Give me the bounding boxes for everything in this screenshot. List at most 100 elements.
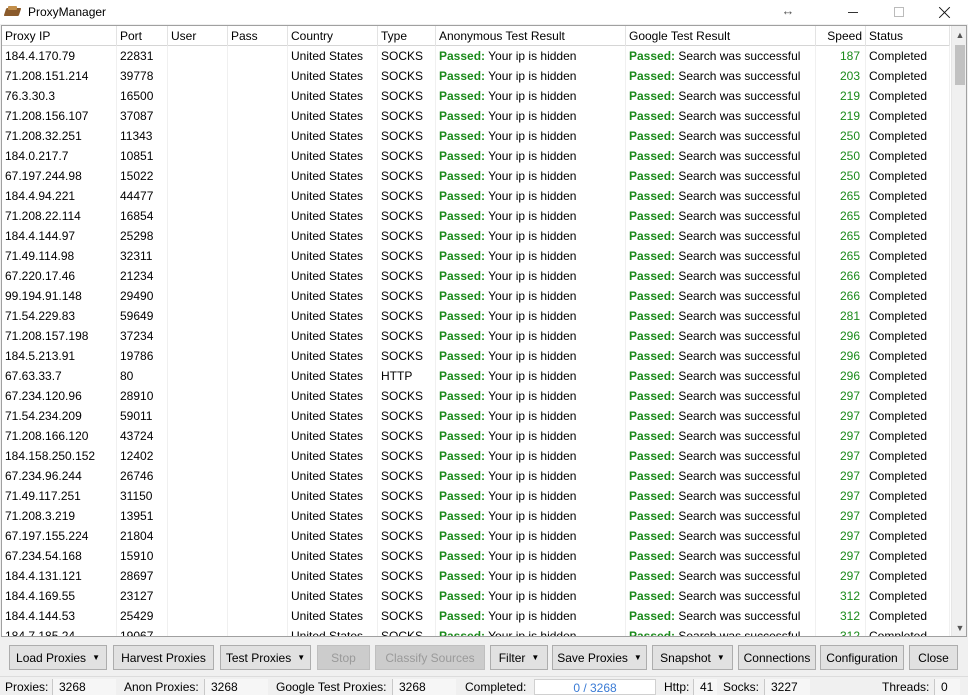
- close-window-button[interactable]: [922, 0, 968, 24]
- connections-button[interactable]: Connections: [738, 645, 816, 670]
- cell-user: [168, 426, 228, 446]
- socks-count-value: 3227: [764, 679, 810, 695]
- cell-anon-result: Passed: Your ip is hidden: [436, 186, 626, 206]
- column-header-google-result[interactable]: Google Test Result: [626, 26, 816, 46]
- cell-anon-result: Passed: Your ip is hidden: [436, 426, 626, 446]
- table-row[interactable]: 67.63.33.7 80 United States HTTP Passed: You…: [2, 366, 950, 386]
- table-row[interactable]: 76.3.30.3 16500 United States SOCKS Passed: …: [2, 86, 950, 106]
- cell-port: 37234: [117, 326, 168, 346]
- cell-port: 15910: [117, 546, 168, 566]
- anon-message: Your ip is hidden: [488, 489, 577, 503]
- cell-country: United States: [288, 106, 378, 126]
- passed-label: Passed:: [439, 129, 486, 143]
- table-row[interactable]: 71.54.234.209 59011 United States SOCKS Pass…: [2, 406, 950, 426]
- table-row[interactable]: 67.197.155.224 21804 United States SOCKS Pas…: [2, 526, 950, 546]
- close-button[interactable]: Close: [909, 645, 958, 670]
- table-row[interactable]: 184.158.250.152 12402 United States SOCKS Pa…: [2, 446, 950, 466]
- classify-sources-button[interactable]: Classify Sources: [375, 645, 485, 670]
- table-row[interactable]: 71.208.3.219 13951 United States SOCKS Passe…: [2, 506, 950, 526]
- cell-status: Completed: [866, 86, 950, 106]
- anon-message: Your ip is hidden: [488, 509, 577, 523]
- cell-google-result: Passed: Search was successful: [626, 186, 816, 206]
- cell-google-result: Passed: Search was successful: [626, 246, 816, 266]
- vertical-scrollbar[interactable]: ▲ ▼: [951, 26, 966, 636]
- load-proxies-button[interactable]: Load Proxies ▼: [9, 645, 107, 670]
- save-proxies-button[interactable]: Save Proxies ▼: [552, 645, 647, 670]
- cell-proxy-ip: 76.3.30.3: [2, 86, 117, 106]
- cell-google-result: Passed: Search was successful: [626, 406, 816, 426]
- proxy-grid[interactable]: Proxy IP Port User Pass Country Type Ano…: [1, 25, 967, 637]
- column-header-port[interactable]: Port: [117, 26, 168, 46]
- table-row[interactable]: 71.208.166.120 43724 United States SOCKS Pas…: [2, 426, 950, 446]
- table-row[interactable]: 184.4.131.121 28697 United States SOCKS Pass…: [2, 566, 950, 586]
- column-header-anon-result[interactable]: Anonymous Test Result: [436, 26, 626, 46]
- filter-button[interactable]: Filter ▼: [490, 645, 548, 670]
- table-row[interactable]: 67.234.96.244 26746 United States SOCKS Pass…: [2, 466, 950, 486]
- stop-button[interactable]: Stop: [317, 645, 370, 670]
- table-row[interactable]: 184.4.144.97 25298 United States SOCKS Passe…: [2, 226, 950, 246]
- anon-message: Your ip is hidden: [488, 569, 577, 583]
- configuration-button[interactable]: Configuration: [820, 645, 904, 670]
- cell-google-result: Passed: Search was successful: [626, 466, 816, 486]
- snapshot-button[interactable]: Snapshot ▼: [652, 645, 733, 670]
- maximize-button[interactable]: [876, 0, 922, 24]
- passed-label: Passed:: [629, 309, 676, 323]
- table-row[interactable]: 67.234.54.168 15910 United States SOCKS Pass…: [2, 546, 950, 566]
- cell-type: SOCKS: [378, 466, 436, 486]
- table-row[interactable]: 67.234.120.96 28910 United States SOCKS Pass…: [2, 386, 950, 406]
- column-header-speed[interactable]: Speed: [816, 26, 866, 46]
- column-header-type[interactable]: Type: [378, 26, 436, 46]
- google-test-proxies-label: Google Test Proxies:: [276, 680, 387, 694]
- cell-anon-result: Passed: Your ip is hidden: [436, 46, 626, 66]
- table-row[interactable]: 184.4.94.221 44477 United States SOCKS Passe…: [2, 186, 950, 206]
- table-row[interactable]: 99.194.91.148 29490 United States SOCKS Pass…: [2, 286, 950, 306]
- anon-message: Your ip is hidden: [488, 209, 577, 223]
- column-header-status[interactable]: Status: [866, 26, 950, 46]
- cell-google-result: Passed: Search was successful: [626, 286, 816, 306]
- cell-type: SOCKS: [378, 426, 436, 446]
- resize-arrows-icon[interactable]: ↔: [779, 3, 797, 19]
- column-header-pass[interactable]: Pass: [228, 26, 288, 46]
- passed-label: Passed:: [629, 49, 676, 63]
- google-message: Search was successful: [678, 429, 801, 443]
- table-row[interactable]: 184.4.144.53 25429 United States SOCKS Passe…: [2, 606, 950, 626]
- table-row[interactable]: 71.208.151.214 39778 United States SOCKS Pas…: [2, 66, 950, 86]
- passed-label: Passed:: [629, 109, 676, 123]
- table-row[interactable]: 71.208.157.198 37234 United States SOCKS Pas…: [2, 326, 950, 346]
- table-row[interactable]: 71.208.156.107 37087 United States SOCKS Pas…: [2, 106, 950, 126]
- scroll-thumb[interactable]: [955, 45, 965, 85]
- scroll-down-arrow-icon[interactable]: ▼: [952, 619, 966, 636]
- minimize-button[interactable]: [830, 0, 876, 24]
- table-row[interactable]: 184.0.217.7 10851 United States SOCKS Passed…: [2, 146, 950, 166]
- table-row[interactable]: 71.49.114.98 32311 United States SOCKS Passe…: [2, 246, 950, 266]
- passed-label: Passed:: [629, 89, 676, 103]
- cell-google-result: Passed: Search was successful: [626, 86, 816, 106]
- cell-pass: [228, 366, 288, 386]
- cell-status: Completed: [866, 526, 950, 546]
- scroll-up-arrow-icon[interactable]: ▲: [952, 26, 966, 43]
- table-row[interactable]: 71.208.32.251 11343 United States SOCKS Pass…: [2, 126, 950, 146]
- test-proxies-button[interactable]: Test Proxies ▼: [220, 645, 311, 670]
- column-header-country[interactable]: Country: [288, 26, 378, 46]
- cell-speed: 312: [816, 606, 866, 626]
- passed-label: Passed:: [439, 309, 486, 323]
- table-row[interactable]: 67.197.244.98 15022 United States SOCKS Pass…: [2, 166, 950, 186]
- cell-status: Completed: [866, 346, 950, 366]
- cell-anon-result: Passed: Your ip is hidden: [436, 506, 626, 526]
- column-header-proxy-ip[interactable]: Proxy IP: [2, 26, 117, 46]
- cell-proxy-ip: 184.5.213.91: [2, 346, 117, 366]
- cell-port: 29490: [117, 286, 168, 306]
- table-row[interactable]: 71.208.22.114 16854 United States SOCKS Pass…: [2, 206, 950, 226]
- table-row[interactable]: 184.4.170.79 22831 United States SOCKS Passe…: [2, 46, 950, 66]
- harvest-proxies-button[interactable]: Harvest Proxies: [113, 645, 214, 670]
- table-row[interactable]: 67.220.17.46 21234 United States SOCKS Passe…: [2, 266, 950, 286]
- table-row[interactable]: 184.7.185.24 19067 United States SOCKS Passe…: [2, 626, 950, 636]
- table-row[interactable]: 184.4.169.55 23127 United States SOCKS Passe…: [2, 586, 950, 606]
- table-row[interactable]: 71.49.117.251 31150 United States SOCKS Pass…: [2, 486, 950, 506]
- table-row[interactable]: 184.5.213.91 19786 United States SOCKS Passe…: [2, 346, 950, 366]
- cell-proxy-ip: 184.4.169.55: [2, 586, 117, 606]
- column-header-user[interactable]: User: [168, 26, 228, 46]
- google-message: Search was successful: [678, 169, 801, 183]
- table-row[interactable]: 71.54.229.83 59649 United States SOCKS Passe…: [2, 306, 950, 326]
- dropdown-arrow-icon: ▼: [531, 653, 540, 662]
